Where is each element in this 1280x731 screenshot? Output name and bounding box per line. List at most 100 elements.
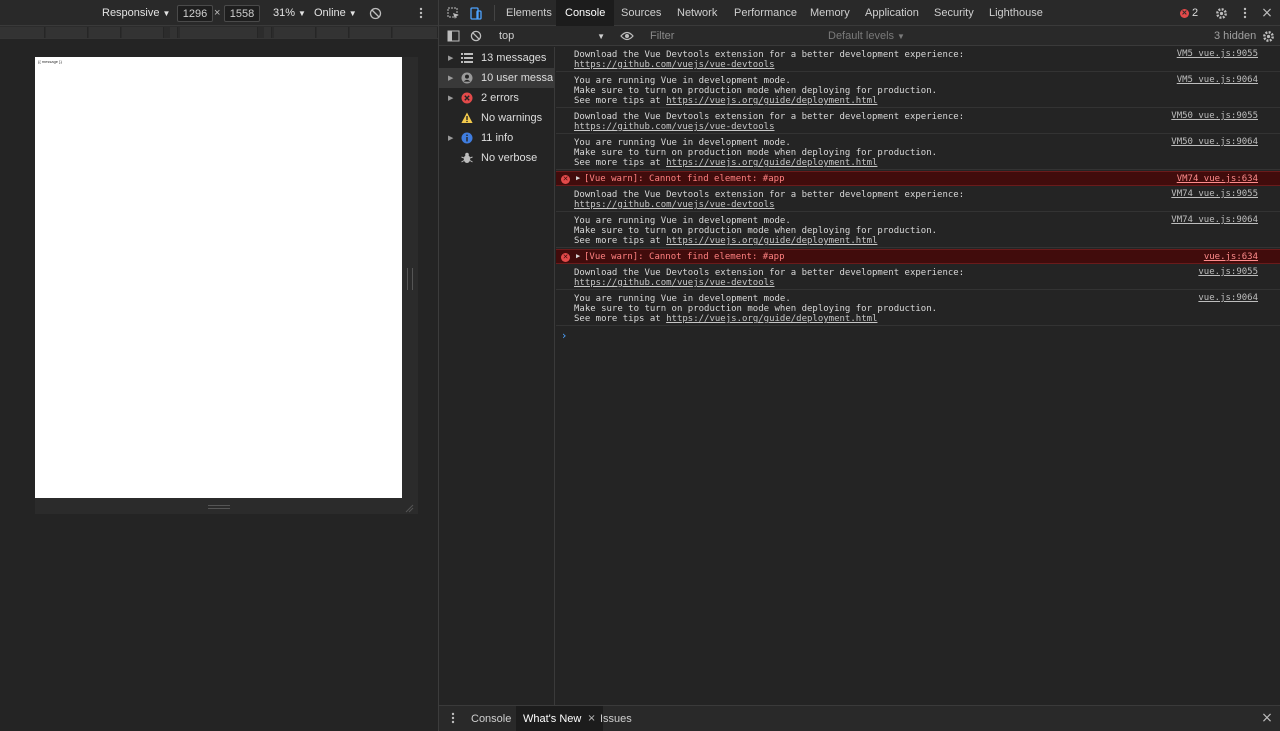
expand-triangle-icon[interactable]: ▶ xyxy=(448,94,453,102)
throttle-dropdown[interactable]: Online ▼ xyxy=(314,0,357,26)
drawer-tab-whats-new[interactable]: What's New × xyxy=(516,706,603,731)
gear-icon xyxy=(1262,30,1274,42)
error-icon: ✕ xyxy=(561,253,570,262)
message-link[interactable]: https://github.com/vuejs/vue-devtools xyxy=(574,200,774,210)
tab-performance[interactable]: Performance xyxy=(725,0,806,26)
device-pane: Responsive ▼ 1296 × 1558 31% ▼ Online ▼ {{ … xyxy=(0,0,438,731)
expand-triangle-icon[interactable]: ▶ xyxy=(448,74,453,82)
devtools-more-button[interactable] xyxy=(1234,0,1256,26)
tab-separator xyxy=(494,5,495,21)
height-input[interactable]: 1558 xyxy=(224,5,260,22)
live-expression-button[interactable] xyxy=(616,23,638,49)
message-link[interactable]: https://github.com/vuejs/vue-devtools xyxy=(574,278,774,288)
source-link[interactable]: VM74 vue.js:634 xyxy=(1177,174,1258,184)
tab-lighthouse[interactable]: Lighthouse xyxy=(980,0,1052,26)
resize-handle-bottom-icon[interactable] xyxy=(208,505,230,509)
sidebar-item-error[interactable]: ▶ 2 errors xyxy=(439,88,554,108)
clear-console-button[interactable] xyxy=(465,23,487,49)
sidebar-item-label: No warnings xyxy=(481,112,543,124)
bug-icon xyxy=(461,152,473,164)
console-log[interactable]: Download the Vue Devtools extension for … xyxy=(556,47,1280,705)
sidebar-item-label: 11 info xyxy=(481,132,514,144)
sidebar-item-list[interactable]: ▶ 13 messages xyxy=(439,48,554,68)
console-log-message: Download the Vue Devtools extension for … xyxy=(556,265,1280,290)
message-link[interactable]: https://vuejs.org/guide/deployment.html xyxy=(666,96,877,106)
tab-memory[interactable]: Memory xyxy=(801,0,859,26)
source-link[interactable]: VM5 vue.js:9064 xyxy=(1177,75,1258,85)
console-log-message: Download the Vue Devtools extension for … xyxy=(556,109,1280,134)
message-link[interactable]: https://github.com/vuejs/vue-devtools xyxy=(574,122,774,132)
sidebar-item-user[interactable]: ▶ 10 user messages xyxy=(439,68,554,88)
source-link[interactable]: VM74 vue.js:9055 xyxy=(1171,189,1258,199)
console-settings-button[interactable] xyxy=(1257,23,1279,49)
tab-network[interactable]: Network xyxy=(668,0,726,26)
dimensions-label: Responsive xyxy=(102,7,160,19)
toggle-sidebar-button[interactable] xyxy=(442,23,464,49)
console-log-message: You are running Vue in development mode.… xyxy=(556,213,1280,248)
expand-triangle-icon[interactable]: ▶ xyxy=(576,252,580,260)
device-more-button[interactable] xyxy=(419,0,423,26)
error-counter[interactable]: ✕ 2 xyxy=(1177,0,1201,26)
tab-console[interactable]: Console xyxy=(556,0,615,26)
zoom-dropdown[interactable]: 31% ▼ xyxy=(273,0,306,26)
sidebar-item-bug[interactable]: No verbose xyxy=(439,148,554,168)
expand-triangle-icon[interactable]: ▶ xyxy=(448,134,453,142)
warning-icon xyxy=(461,112,473,124)
source-link[interactable]: VM50 vue.js:9064 xyxy=(1171,137,1258,147)
drawer-tab-issues[interactable]: Issues xyxy=(593,706,639,731)
drawer-tab-label: What's New xyxy=(523,712,582,725)
settings-button[interactable] xyxy=(1210,0,1232,26)
message-link[interactable]: https://vuejs.org/guide/deployment.html xyxy=(666,314,877,324)
expand-triangle-icon[interactable]: ▶ xyxy=(576,174,580,182)
console-toolbar: top ▼ Filter Default levels ▼ 3 hidden xyxy=(439,26,1280,46)
source-link[interactable]: vue.js:634 xyxy=(1204,252,1258,262)
more-vert-icon xyxy=(451,712,455,724)
tab-elements[interactable]: Elements xyxy=(497,0,561,26)
resize-corner-icon[interactable] xyxy=(404,503,414,513)
device-toolbar: Responsive ▼ 1296 × 1558 31% ▼ Online ▼ xyxy=(0,0,438,26)
message-line: You are running Vue in development mode. xyxy=(574,138,791,148)
source-link[interactable]: VM74 vue.js:9064 xyxy=(1171,215,1258,225)
drawer-tabbar: Console What's New × Issues × xyxy=(439,705,1280,731)
sidebar-item-label: 10 user messages xyxy=(481,72,553,84)
link-prefix: See more tips at xyxy=(574,314,667,324)
source-link[interactable]: vue.js:9055 xyxy=(1198,267,1258,277)
console-log-message: You are running Vue in development mode.… xyxy=(556,291,1280,326)
expand-triangle-icon[interactable]: ▶ xyxy=(448,54,453,62)
message-line: Make sure to turn on production mode whe… xyxy=(574,304,938,314)
filter-input[interactable]: Filter xyxy=(646,28,818,44)
media-query-bar[interactable] xyxy=(0,26,438,39)
width-input[interactable]: 1296 xyxy=(177,5,213,22)
caret-down-icon: ▼ xyxy=(897,31,905,41)
sidebar-item-info[interactable]: ▶ 11 info xyxy=(439,128,554,148)
message-link-line: https://github.com/vuejs/vue-devtools xyxy=(574,278,774,288)
sidebar-item-warning[interactable]: No warnings xyxy=(439,108,554,128)
rotate-button[interactable] xyxy=(369,0,382,26)
tab-application[interactable]: Application xyxy=(856,0,928,26)
message-link[interactable]: https://vuejs.org/guide/deployment.html xyxy=(666,158,877,168)
dimensions-dropdown[interactable]: Responsive ▼ xyxy=(102,0,170,26)
message-line: Download the Vue Devtools extension for … xyxy=(574,112,965,122)
source-link[interactable]: VM5 vue.js:9055 xyxy=(1177,49,1258,59)
console-log-message: You are running Vue in development mode.… xyxy=(556,135,1280,170)
device-viewport[interactable]: {{ message }} xyxy=(35,57,402,498)
drawer-more-button[interactable] xyxy=(442,705,464,731)
log-levels-label: Default levels xyxy=(828,30,895,42)
tab-security[interactable]: Security xyxy=(925,0,983,26)
drawer-tab-console[interactable]: Console xyxy=(464,706,518,731)
caret-down-icon: ▼ xyxy=(348,8,357,18)
source-link[interactable]: vue.js:9064 xyxy=(1198,293,1258,303)
inspect-icon xyxy=(447,7,459,19)
source-link[interactable]: VM50 vue.js:9055 xyxy=(1171,111,1258,121)
message-link-line: See more tips at https://vuejs.org/guide… xyxy=(574,236,877,246)
message-line: Make sure to turn on production mode whe… xyxy=(574,226,938,236)
console-error-message: ✕ ▶ [Vue warn]: Cannot find element: #app V… xyxy=(556,171,1280,186)
context-selector[interactable]: top ▼ xyxy=(495,27,611,45)
close-drawer-button[interactable]: × xyxy=(1256,705,1278,731)
message-link[interactable]: https://github.com/vuejs/vue-devtools xyxy=(574,60,774,70)
rotate-icon xyxy=(369,7,382,19)
log-levels-dropdown[interactable]: Default levels ▼ xyxy=(828,27,905,45)
resize-handle-right-icon[interactable] xyxy=(407,268,413,290)
console-prompt[interactable]: › xyxy=(562,329,566,342)
message-link[interactable]: https://vuejs.org/guide/deployment.html xyxy=(666,236,877,246)
